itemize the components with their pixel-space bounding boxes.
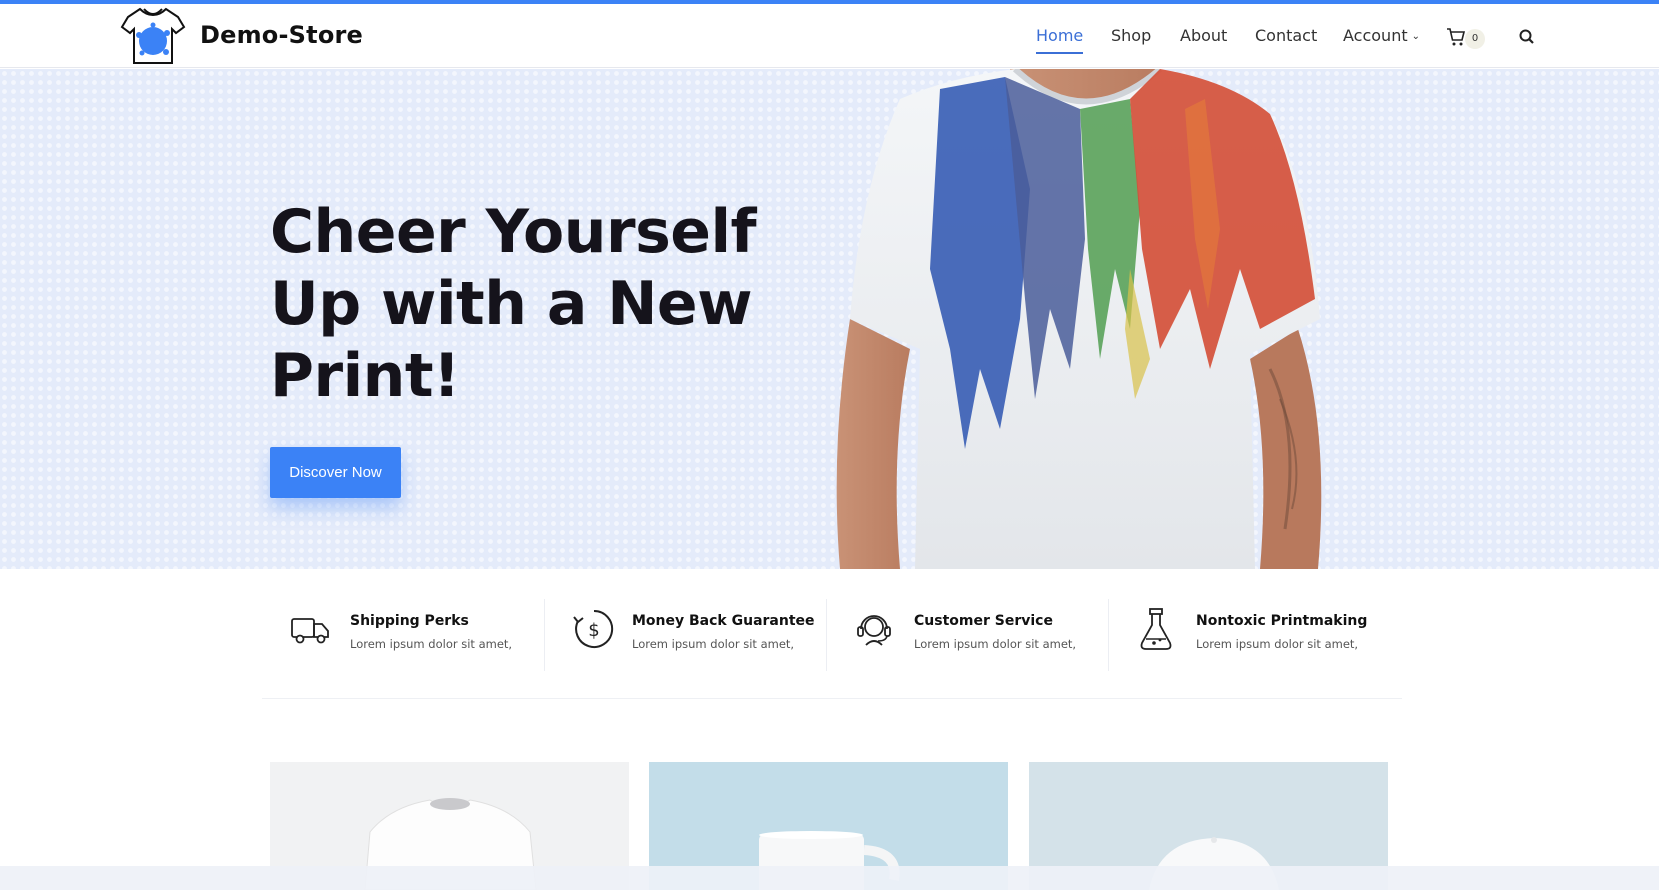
nav-account-label: Account (1343, 26, 1408, 45)
nav-account[interactable]: Account ⌄ (1343, 26, 1420, 45)
cart-icon (1447, 28, 1466, 46)
features-strip: Shipping Perks Lorem ipsum dolor sit ame… (262, 599, 1402, 699)
brand-name[interactable]: Demo-Store (200, 21, 363, 49)
discover-now-button[interactable]: Discover Now (270, 447, 401, 498)
feature-title: Shipping Perks (350, 613, 469, 629)
cart-button[interactable]: 0 (1446, 24, 1492, 50)
divider (826, 599, 827, 671)
feature-title: Customer Service (914, 613, 1053, 629)
feature-text: Lorem ipsum dolor sit amet, (1196, 637, 1359, 651)
feature-title: Nontoxic Printmaking (1196, 613, 1368, 629)
hero-title-line: Cheer Yourself (270, 197, 757, 267)
feature-title: Money Back Guarantee (632, 613, 815, 629)
feature-text: Lorem ipsum dolor sit amet, (632, 637, 795, 651)
bottom-scroll-overlay (0, 866, 1659, 890)
divider (544, 599, 545, 671)
feature-item: Customer Service Lorem ipsum dolor sit a… (826, 599, 1111, 674)
hero-model-image (830, 69, 1370, 569)
search-button[interactable] (1518, 28, 1536, 46)
flask-icon (1140, 608, 1172, 650)
nav-contact[interactable]: Contact (1255, 26, 1317, 45)
divider (1108, 599, 1109, 671)
nav-home[interactable]: Home (1036, 26, 1084, 54)
site-header: Demo-Store Home Shop About Contact Accou… (0, 4, 1659, 68)
tshirt-splash-logo[interactable] (120, 5, 186, 67)
feature-item: Nontoxic Printmaking Lorem ipsum dolor s… (1108, 599, 1393, 674)
nav-about[interactable]: About (1180, 26, 1227, 45)
hero-title-line: Up with a New (270, 269, 753, 339)
hero-banner: Cheer Yourself Up with a New Print! Disc… (0, 69, 1659, 569)
truck-icon (291, 618, 329, 644)
hero-title-line: Print! (270, 341, 460, 411)
search-icon (1519, 29, 1534, 44)
feature-text: Lorem ipsum dolor sit amet, (350, 637, 513, 651)
feature-item: Shipping Perks Lorem ipsum dolor sit ame… (262, 599, 547, 674)
money-back-icon: $ (573, 609, 614, 648)
cart-count-badge: 0 (1465, 29, 1485, 49)
chevron-down-icon: ⌄ (1411, 31, 1420, 42)
svg-text:$: $ (588, 620, 599, 641)
hero-title: Cheer Yourself Up with a New Print! (270, 196, 790, 412)
feature-text: Lorem ipsum dolor sit amet, (914, 637, 1077, 651)
nav-shop[interactable]: Shop (1111, 26, 1151, 45)
headset-icon (857, 615, 891, 646)
feature-item: $ Money Back Guarantee Lorem ipsum dolor… (544, 599, 829, 674)
